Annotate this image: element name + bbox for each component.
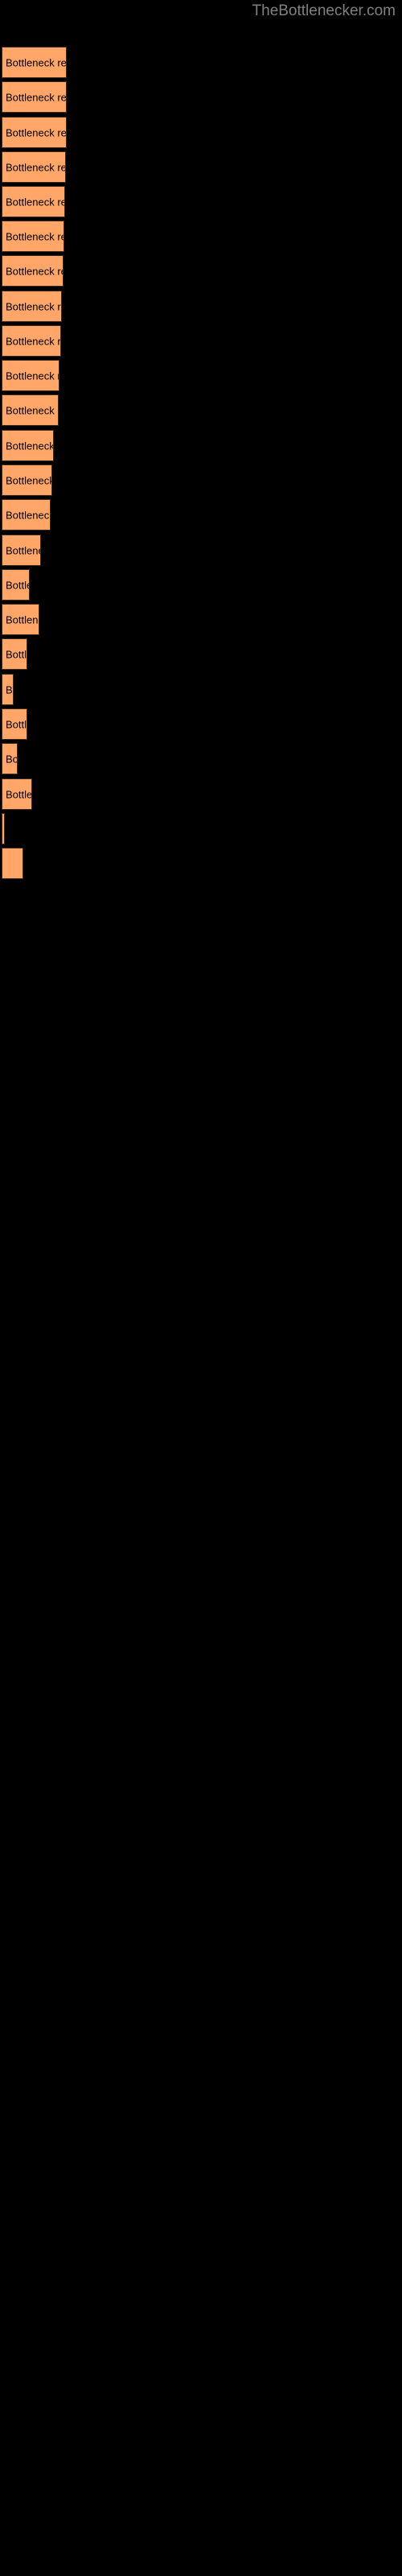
bar-label: Bottleneck result <box>6 196 64 208</box>
bar-label: Bottleneck result <box>6 474 52 486</box>
bar[interactable]: Bottleneck result <box>2 813 5 844</box>
bar-label: Bottleneck result <box>6 683 13 696</box>
bar[interactable]: Bottleneck result <box>2 535 41 566</box>
bar[interactable]: Bottleneck result <box>2 47 67 78</box>
bar[interactable]: Bottleneck result <box>2 221 64 252</box>
bar[interactable]: Bottleneck result <box>2 743 18 774</box>
bar-label: Bottleneck result <box>6 265 63 277</box>
bar[interactable] <box>2 848 23 879</box>
bar[interactable]: Bottleneck result <box>2 81 67 113</box>
bar[interactable]: Bottleneck result <box>2 394 59 426</box>
bar-label: Bottleneck result <box>6 440 54 452</box>
bar-label: Bottleneck result <box>6 126 67 138</box>
bar[interactable]: Bottleneck result <box>2 255 64 287</box>
bar-label: Bottleneck result <box>6 579 29 591</box>
bar[interactable]: Bottleneck result <box>2 151 66 183</box>
bar[interactable]: Bottleneck result <box>2 430 54 461</box>
bar[interactable]: Bottleneck result <box>2 325 61 357</box>
bar-label: Bottleneck result <box>6 56 67 68</box>
bar[interactable]: Bottleneck result <box>2 569 30 601</box>
bar[interactable]: Bottleneck result <box>2 360 59 391</box>
bar-label: Bottleneck result <box>6 753 18 765</box>
bar-label: Bottleneck result <box>6 369 59 382</box>
bar-label: Bottleneck result <box>6 648 27 660</box>
bar-label: Bottleneck result <box>6 300 61 312</box>
bar-label: Bottleneck result <box>6 509 51 521</box>
bar[interactable]: Bottleneck result <box>2 499 51 530</box>
bar-label: Bottleneck result <box>6 788 32 800</box>
bar[interactable]: Bottleneck result <box>2 708 27 740</box>
bottleneck-bar-chart: Bottleneck result Bottleneck result Bottle… <box>0 0 402 2576</box>
bar[interactable]: Bottleneck result <box>2 291 62 322</box>
bar[interactable]: Bottleneck result <box>2 186 65 217</box>
bar-label: Bottleneck result <box>6 718 27 730</box>
bar[interactable]: Bottleneck result <box>2 464 52 496</box>
bar-label: Bottleneck result <box>6 91 67 103</box>
bar[interactable]: Bottleneck result <box>2 604 39 635</box>
bar-label: Bottleneck result <box>6 335 61 347</box>
bar-label: Bottleneck result <box>6 544 40 556</box>
bar[interactable]: Bottleneck result <box>2 638 27 670</box>
bar[interactable]: Bottleneck result <box>2 674 14 705</box>
bar-label: Bottleneck result <box>6 161 65 173</box>
bar[interactable]: Bottleneck result <box>2 117 67 148</box>
bar-label: Bottleneck result <box>6 613 39 625</box>
bar-label: Bottleneck result <box>6 230 64 242</box>
bar[interactable]: Bottleneck result <box>2 778 32 810</box>
bar-label: Bottleneck result <box>6 404 58 416</box>
